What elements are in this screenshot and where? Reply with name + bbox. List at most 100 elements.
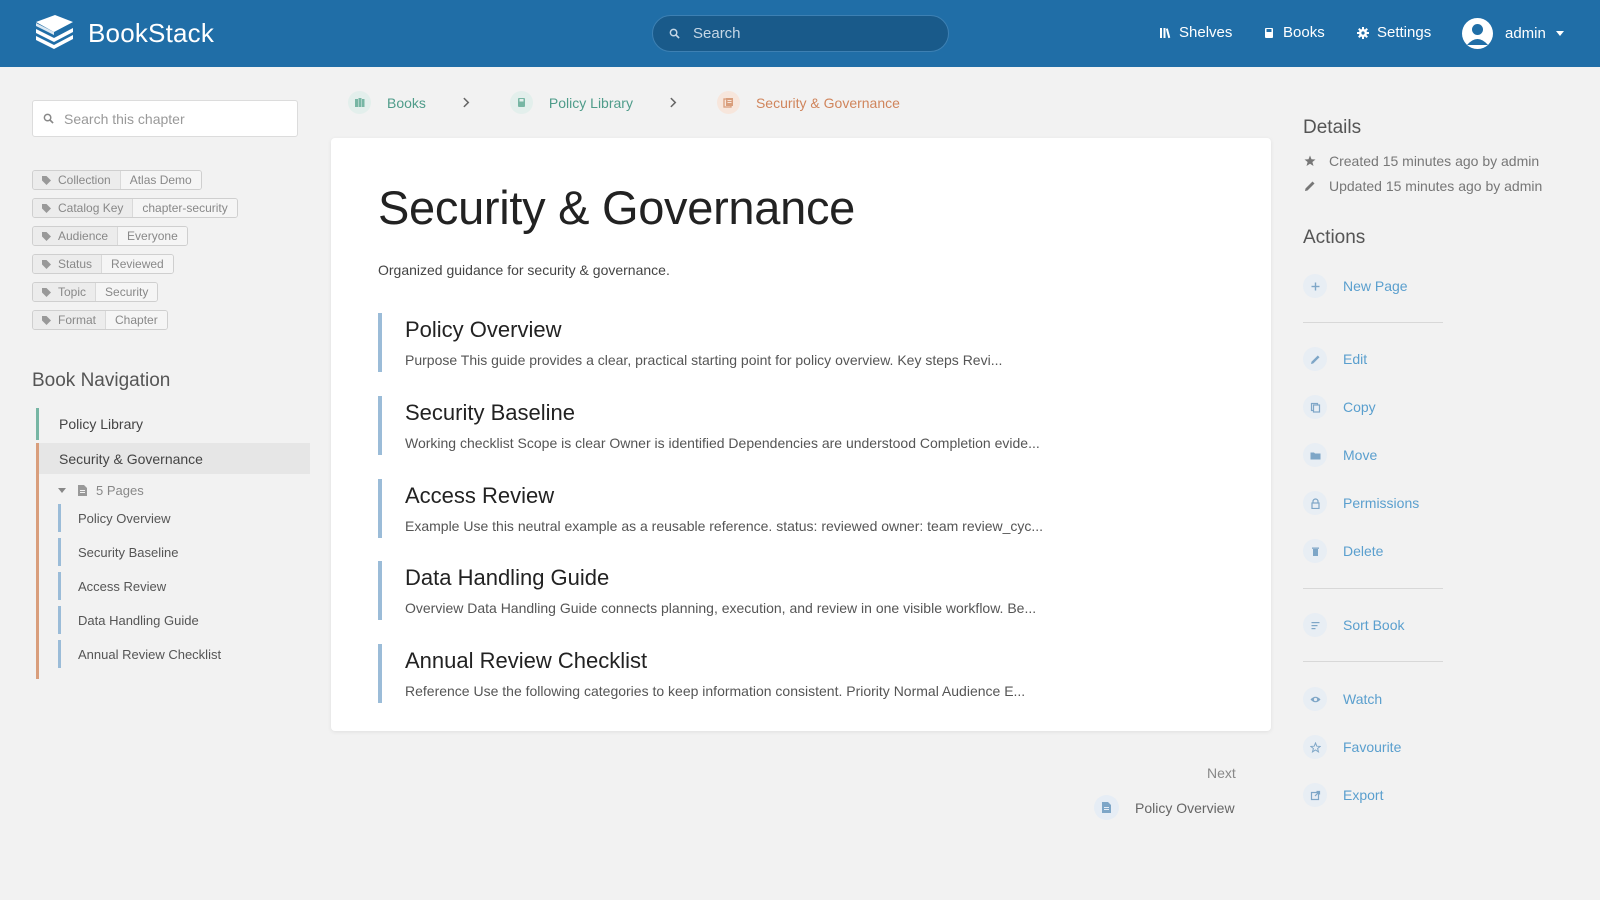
tag-topic[interactable]: Topic Security	[32, 282, 159, 302]
user-icon	[1467, 24, 1488, 45]
page-entry-excerpt: Overview Data Handling Guide connects pl…	[405, 600, 1037, 616]
caret-down-icon	[58, 488, 66, 493]
user-name: admin	[1505, 25, 1546, 42]
tag-name[interactable]: Audience	[33, 227, 118, 245]
tag-name[interactable]: Status	[33, 255, 102, 273]
tag-name[interactable]: Collection	[33, 171, 120, 189]
tag-value[interactable]: Everyone	[117, 227, 187, 245]
tag-name[interactable]: Topic	[33, 283, 96, 301]
book-nav-page[interactable]: Security Baseline	[58, 538, 310, 566]
search-icon	[669, 28, 680, 39]
tag-value[interactable]: chapter-security	[132, 199, 237, 217]
chapter-search[interactable]	[32, 100, 298, 137]
page-entry-title[interactable]: Data Handling Guide	[405, 565, 1218, 591]
permissions-button[interactable]: Permissions	[1303, 491, 1419, 515]
folder-icon	[1303, 443, 1327, 467]
book-navigation-heading: Book Navigation	[32, 370, 171, 391]
page-entry-title[interactable]: Annual Review Checklist	[405, 648, 1218, 674]
tag-icon	[42, 315, 51, 325]
page-entry-excerpt: Example Use this neutral example as a re…	[405, 518, 1044, 534]
page-entry[interactable]: Data Handling Guide Overview Data Handli…	[378, 561, 1218, 620]
page-entry-title[interactable]: Access Review	[405, 483, 1218, 509]
app-logo[interactable]: BookStack	[33, 14, 214, 52]
tag-list: Collection Atlas Demo Catalog Key chapte…	[32, 170, 238, 338]
chapter-description: Organized guidance for security & govern…	[378, 262, 670, 278]
book-nav-page[interactable]: Annual Review Checklist	[58, 640, 310, 668]
page-entry[interactable]: Policy Overview Purpose This guide provi…	[378, 313, 1218, 372]
details-heading: Details	[1303, 117, 1362, 138]
watch-button[interactable]: Watch	[1303, 687, 1382, 711]
page-entry-title[interactable]: Policy Overview	[405, 317, 1218, 343]
tag-format[interactable]: Format Chapter	[32, 310, 168, 330]
breadcrumb-books[interactable]: Books	[348, 91, 426, 114]
next-label: Next	[1207, 765, 1236, 781]
global-search[interactable]	[652, 15, 949, 52]
tag-catalog-key[interactable]: Catalog Key chapter-security	[32, 198, 238, 218]
actions-divider	[1303, 588, 1443, 589]
page-icon	[78, 485, 87, 496]
tag-icon	[42, 287, 51, 297]
global-search-input[interactable]	[693, 25, 913, 42]
tag-icon	[42, 231, 51, 241]
next-page-title: Policy Overview	[1135, 799, 1235, 816]
new-page-button[interactable]: New Page	[1303, 274, 1408, 298]
pencil-icon	[1303, 347, 1327, 371]
chapter-search-input[interactable]	[64, 110, 284, 127]
actions-heading: Actions	[1303, 227, 1366, 248]
tag-audience[interactable]: Audience Everyone	[32, 226, 188, 246]
next-page-link[interactable]: Policy Overview	[1094, 795, 1235, 820]
book-icon	[1265, 27, 1273, 38]
user-menu[interactable]: admin	[1462, 18, 1564, 49]
chapter-content-card: Security & Governance Organized guidance…	[331, 138, 1271, 731]
book-nav-page[interactable]: Policy Overview	[58, 504, 310, 532]
nav-settings[interactable]: Settings	[1357, 24, 1431, 41]
sort-book-button[interactable]: Sort Book	[1303, 613, 1404, 637]
tag-name[interactable]: Catalog Key	[33, 199, 133, 217]
page-entry-title[interactable]: Security Baseline	[405, 400, 1218, 426]
breadcrumb-book[interactable]: Policy Library	[509, 91, 633, 114]
copy-button[interactable]: Copy	[1303, 395, 1376, 419]
tag-collection[interactable]: Collection Atlas Demo	[32, 170, 202, 190]
tag-value[interactable]: Atlas Demo	[119, 171, 201, 189]
delete-button[interactable]: Delete	[1303, 539, 1383, 563]
move-button[interactable]: Move	[1303, 443, 1377, 467]
search-icon	[43, 113, 54, 124]
app-name: BookStack	[88, 17, 215, 48]
tag-name[interactable]: Format	[33, 311, 106, 329]
tag-value[interactable]: Reviewed	[101, 255, 173, 273]
book-nav-page[interactable]: Data Handling Guide	[58, 606, 310, 634]
page-entry[interactable]: Security Baseline Working checklist Scop…	[378, 396, 1218, 455]
breadcrumb: Books Policy Library Security & Governan…	[348, 91, 900, 114]
book-nav-chapter-title[interactable]: Security & Governance	[39, 443, 310, 474]
tag-status[interactable]: Status Reviewed	[32, 254, 174, 274]
chevron-right-icon	[463, 95, 470, 111]
gear-icon	[1357, 26, 1369, 39]
nav-books[interactable]: Books	[1263, 24, 1325, 41]
top-header: BookStack Shelves Books Settings admin	[0, 0, 1600, 67]
page-entry[interactable]: Annual Review Checklist Reference Use th…	[378, 644, 1218, 703]
shelves-icon	[1160, 27, 1171, 38]
chapter-icon	[716, 91, 740, 114]
nav-settings-label: Settings	[1377, 24, 1432, 41]
book-nav-page[interactable]: Access Review	[58, 572, 310, 600]
nav-shelves[interactable]: Shelves	[1159, 24, 1232, 41]
favourite-button[interactable]: Favourite	[1303, 735, 1401, 759]
export-button[interactable]: Export	[1303, 783, 1383, 807]
trash-icon	[1303, 539, 1327, 563]
tag-icon	[42, 203, 51, 213]
books-icon	[348, 91, 371, 114]
page-entry[interactable]: Access Review Example Use this neutral e…	[378, 479, 1218, 538]
tag-value[interactable]: Security	[95, 283, 158, 301]
actions-divider	[1303, 322, 1443, 323]
edit-button[interactable]: Edit	[1303, 347, 1367, 371]
chevron-down-icon	[1555, 31, 1564, 36]
book-nav-book[interactable]: Policy Library	[36, 408, 310, 440]
breadcrumb-chapter[interactable]: Security & Governance	[716, 91, 900, 114]
plus-icon	[1303, 274, 1327, 298]
star-icon	[1304, 155, 1316, 166]
pages-toggle[interactable]: 5 Pages	[58, 483, 310, 498]
eye-icon	[1303, 687, 1327, 711]
tag-value[interactable]: Chapter	[105, 311, 167, 329]
lock-icon	[1303, 491, 1327, 515]
page-title: Security & Governance	[378, 181, 855, 234]
